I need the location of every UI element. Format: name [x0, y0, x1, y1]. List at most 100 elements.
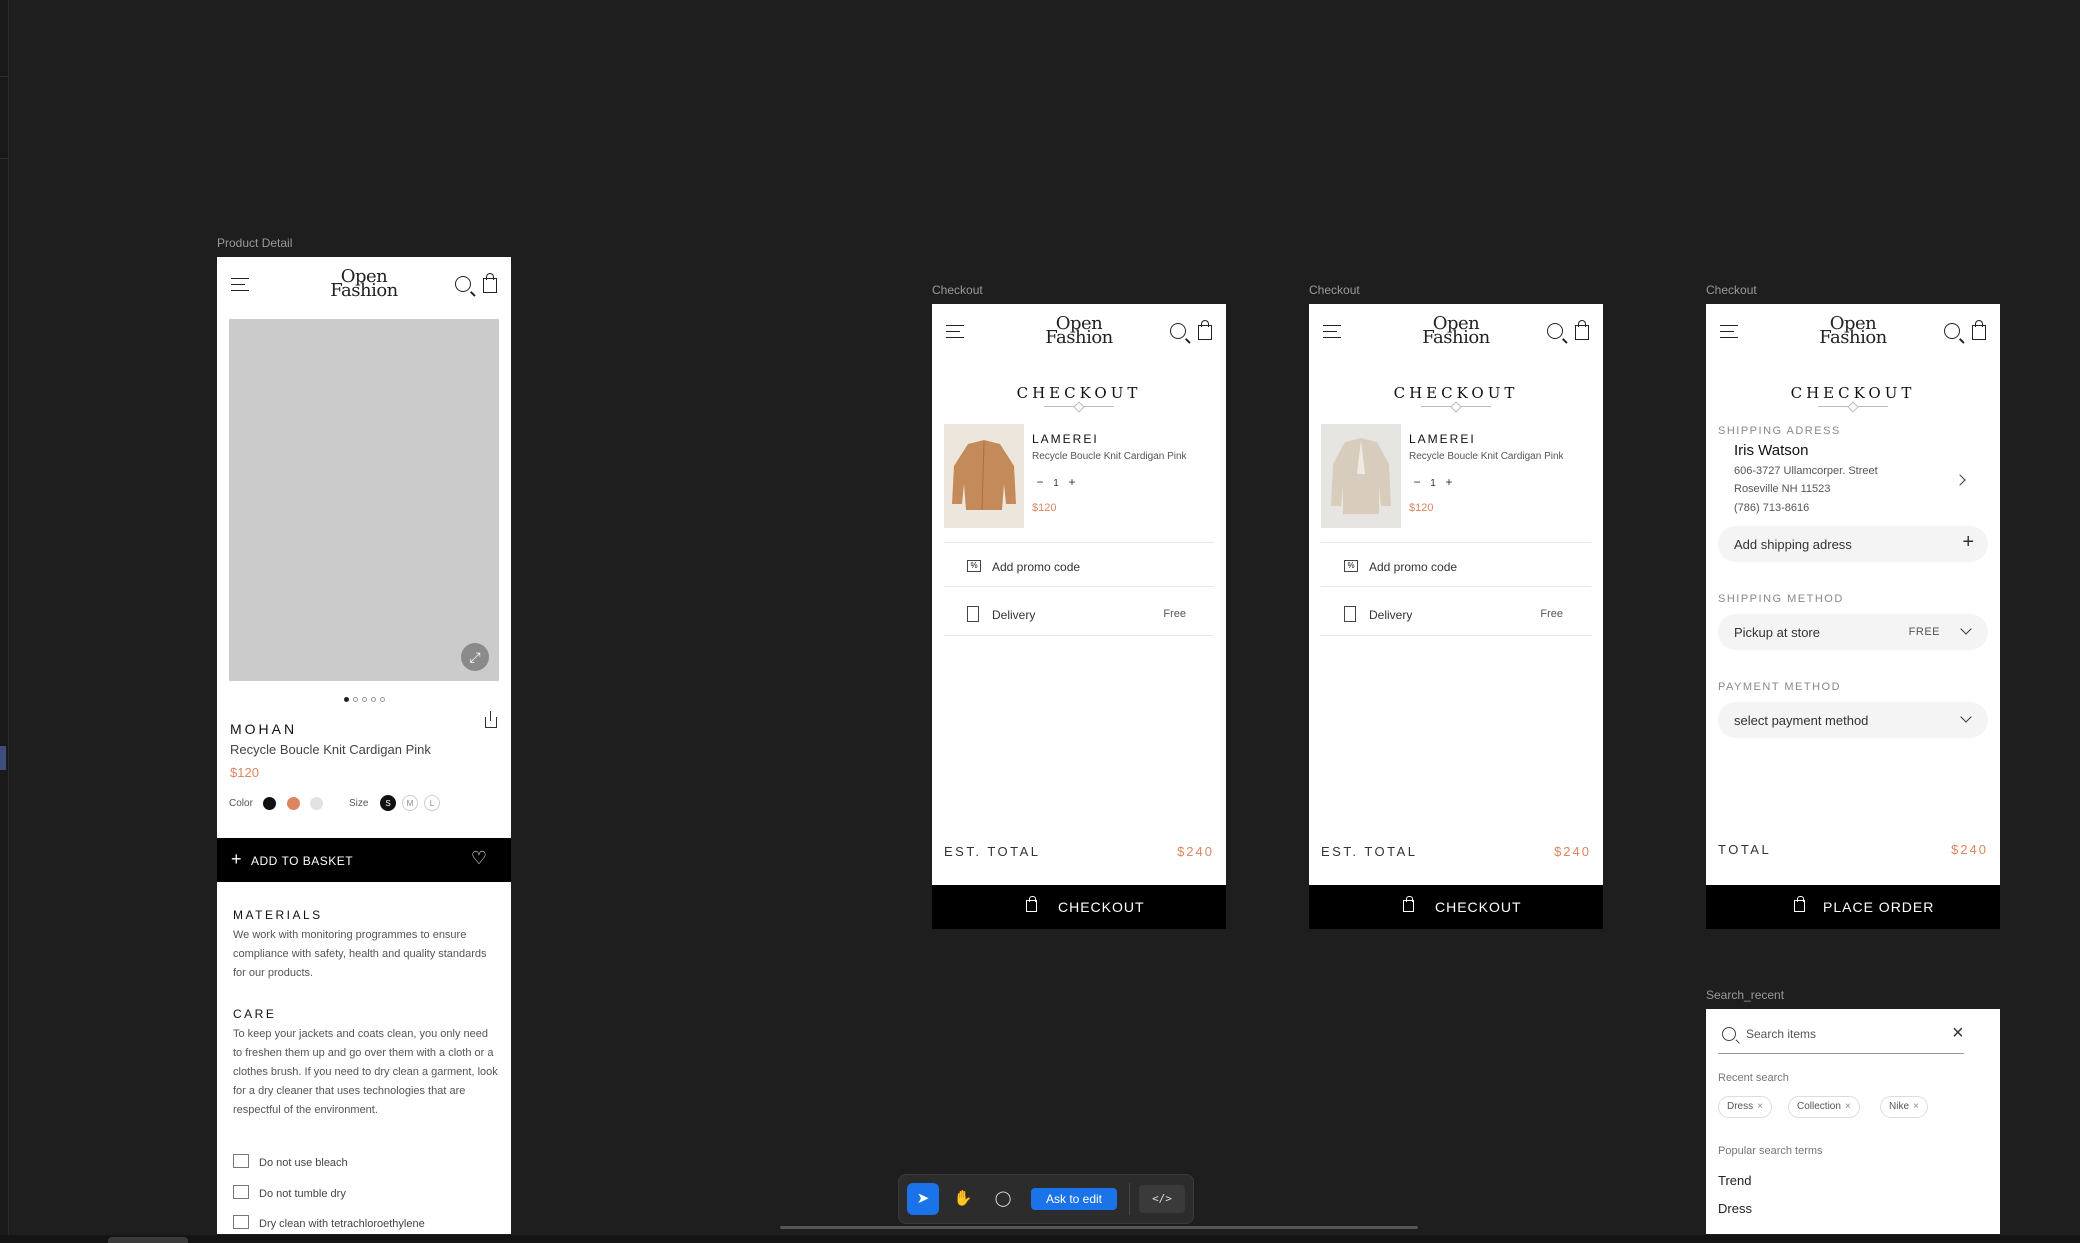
frame-label-checkout[interactable]: Checkout: [1706, 283, 1757, 297]
logo[interactable]: Open Fashion: [1034, 315, 1124, 347]
popular-term-trend[interactable]: Trend: [1718, 1173, 1751, 1188]
search-icon[interactable]: [455, 276, 471, 292]
bag-icon[interactable]: [483, 273, 497, 293]
delivery-label[interactable]: Delivery: [1369, 608, 1412, 622]
bag-icon: [1026, 896, 1037, 912]
address-phone: (786) 713-8616: [1734, 502, 1810, 514]
toolbar-divider: [1129, 1183, 1130, 1215]
search-icon: [1722, 1027, 1736, 1041]
title-divider: [1044, 406, 1114, 407]
minus-button[interactable]: −: [1032, 475, 1048, 489]
remove-icon[interactable]: ×: [1913, 1101, 1919, 1112]
checkout-button[interactable]: CHECKOUT: [1309, 885, 1603, 929]
plus-button[interactable]: +: [1064, 475, 1080, 489]
quantity-stepper: −1 +: [1409, 475, 1457, 489]
item-image-cardigan-beige[interactable]: [1321, 424, 1401, 528]
total-label: TOTAL: [1718, 842, 1772, 857]
quantity-stepper: −1 +: [1032, 475, 1080, 489]
hand-tool-icon[interactable]: ✋: [947, 1183, 979, 1215]
item-name: Recycle Boucle Knit Cardigan Pink: [1409, 451, 1564, 462]
plus-button[interactable]: +: [1441, 475, 1457, 489]
search-icon[interactable]: [1944, 323, 1960, 339]
menu-icon[interactable]: [946, 325, 964, 338]
size-option-m[interactable]: M: [402, 795, 418, 811]
logo[interactable]: Open Fashion: [1808, 315, 1898, 347]
share-icon[interactable]: [485, 711, 497, 728]
est-total-value: $240: [1554, 844, 1591, 859]
total-value: $240: [1951, 842, 1988, 857]
minus-button[interactable]: −: [1409, 475, 1425, 489]
page-dot[interactable]: [352, 697, 358, 702]
care-text: To keep your jackets and coats clean, yo…: [233, 1028, 498, 1116]
promo-icon: %: [1344, 560, 1358, 572]
menu-icon[interactable]: [1720, 325, 1738, 338]
frame-label-product-detail[interactable]: Product Detail: [217, 236, 292, 250]
heart-icon[interactable]: ♡: [471, 848, 487, 869]
search-icon[interactable]: [1547, 323, 1563, 339]
horizontal-scrollbar[interactable]: [780, 1226, 1418, 1229]
logo[interactable]: Open Fashion: [1411, 315, 1501, 347]
divider: [944, 586, 1214, 587]
frame-label-checkout[interactable]: Checkout: [932, 283, 983, 297]
chevron-right-icon[interactable]: [1954, 474, 1966, 486]
size-option-l[interactable]: L: [424, 795, 440, 811]
checkout-button[interactable]: CHECKOUT: [932, 885, 1226, 929]
checkout-title: CHECKOUT: [1016, 384, 1142, 402]
bag-icon: [1403, 896, 1414, 912]
product-image[interactable]: ⤢: [229, 319, 499, 681]
delivery-label[interactable]: Delivery: [992, 608, 1035, 622]
chevron-down-icon: [1960, 623, 1972, 635]
place-order-button[interactable]: PLACE ORDER: [1706, 885, 2000, 929]
comment-tool-icon[interactable]: ◯: [987, 1183, 1019, 1215]
quantity-value: 1: [1053, 478, 1059, 489]
care-item-no-tumble-dry: Do not tumble dry: [233, 1185, 346, 1200]
color-swatch-black[interactable]: [263, 797, 276, 810]
add-promo-code[interactable]: Add promo code: [992, 560, 1080, 574]
recent-chip-dress[interactable]: Dress ×: [1718, 1096, 1772, 1118]
product-brand: MOHAN: [230, 721, 298, 737]
page-dot[interactable]: [343, 697, 349, 702]
remove-icon[interactable]: ×: [1845, 1101, 1851, 1112]
recent-chip-collection[interactable]: Collection ×: [1788, 1096, 1860, 1118]
divider: [1321, 586, 1591, 587]
add-promo-code[interactable]: Add promo code: [1369, 560, 1457, 574]
bag-icon[interactable]: [1198, 320, 1212, 340]
place-order-frame: Open Fashion CHECKOUT SHIPPING ADRESS Iri…: [1706, 304, 2000, 885]
frame-label-search-recent[interactable]: Search_recent: [1706, 988, 1784, 1002]
search-input[interactable]: [1746, 1027, 1926, 1041]
pointer-tool-icon[interactable]: ➤: [907, 1183, 939, 1215]
bag-icon[interactable]: [1972, 320, 1986, 340]
color-swatch-grey[interactable]: [310, 797, 323, 810]
remove-icon[interactable]: ×: [1757, 1101, 1763, 1112]
menu-icon[interactable]: [231, 278, 249, 291]
expand-icon[interactable]: ⤢: [461, 643, 489, 671]
size-option-s[interactable]: S: [380, 795, 396, 811]
item-brand: LAMEREI: [1032, 432, 1099, 446]
close-icon[interactable]: ×: [1952, 1023, 1964, 1043]
shipping-method-value: Pickup at store: [1734, 625, 1820, 640]
page-dot[interactable]: [379, 697, 385, 702]
logo[interactable]: Open Fashion: [319, 268, 409, 300]
address-name[interactable]: Iris Watson: [1734, 442, 1808, 459]
search-icon[interactable]: [1170, 323, 1186, 339]
rail-selection-marker: [0, 746, 6, 770]
bottom-tab[interactable]: [108, 1237, 188, 1243]
shipping-method-select[interactable]: Pickup at store FREE: [1718, 614, 1988, 650]
popular-term-dress[interactable]: Dress: [1718, 1201, 1752, 1216]
ask-to-edit-button[interactable]: Ask to edit: [1031, 1188, 1117, 1210]
checkout-frame-1: Open Fashion CHECKOUT LAMEREI Recycle Bou…: [932, 304, 1226, 885]
code-view-button[interactable]: </>: [1139, 1185, 1185, 1213]
recent-chip-nike[interactable]: Nike ×: [1880, 1096, 1928, 1118]
bag-icon[interactable]: [1575, 320, 1589, 340]
frame-label-checkout[interactable]: Checkout: [1309, 283, 1360, 297]
page-dot[interactable]: [361, 697, 367, 702]
color-swatch-orange[interactable]: [287, 797, 300, 810]
menu-icon[interactable]: [1323, 325, 1341, 338]
page-dot[interactable]: [370, 697, 376, 702]
add-shipping-address-button[interactable]: Add shipping adress +: [1718, 526, 1988, 562]
item-image-cardigan-tan[interactable]: [944, 424, 1024, 528]
payment-method-select[interactable]: select payment method: [1718, 702, 1988, 738]
no-bleach-icon: [233, 1154, 249, 1168]
add-to-basket-button[interactable]: + ADD TO BASKET ♡: [217, 838, 511, 882]
bottom-toolbar: ➤ ✋ ◯ Ask to edit </>: [898, 1174, 1194, 1224]
